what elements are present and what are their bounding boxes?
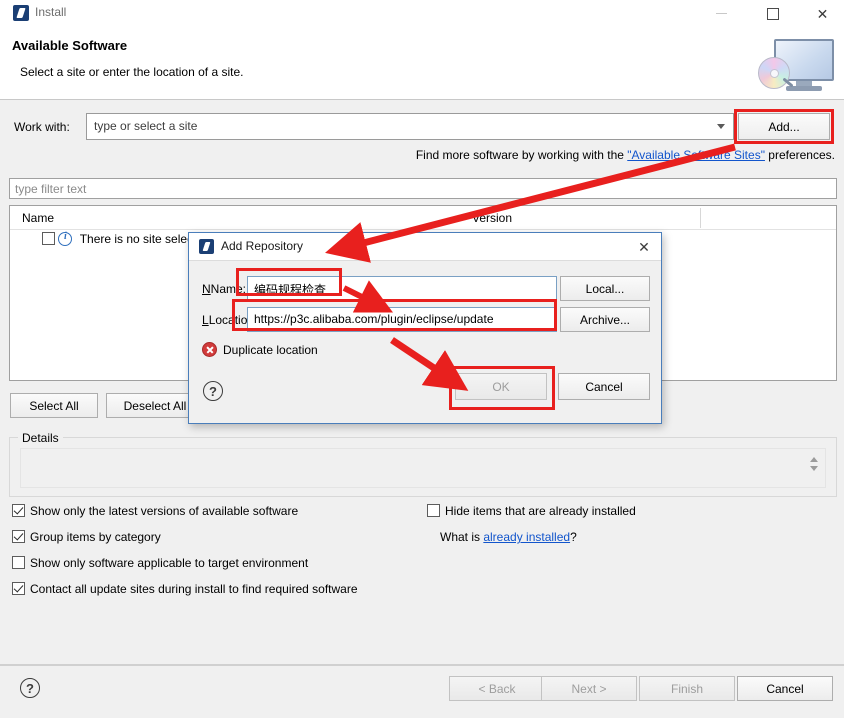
page-subtitle: Select a site or enter the location of a… [20,65,244,79]
dialog-cancel-button[interactable]: Cancel [558,373,650,400]
checkbox[interactable] [12,504,25,517]
find-more-suffix: preferences. [764,148,835,162]
checkbox[interactable] [12,556,25,569]
name-input[interactable]: 编码规程检查 [247,276,557,301]
available-software-sites-link[interactable]: "Available Software Sites" [627,148,765,162]
archive-button[interactable]: Archive... [560,307,650,332]
column-header-version[interactable]: Version [472,211,512,225]
column-header-name[interactable]: Name [22,211,54,225]
checkbox[interactable] [12,530,25,543]
help-icon[interactable]: ? [20,678,40,698]
wizard-header: Available Software Select a site or ente… [0,28,844,100]
filter-placeholder: type filter text [15,182,87,196]
checkbox[interactable] [427,504,440,517]
option-show-latest-versions[interactable]: Show only the latest versions of availab… [12,504,298,518]
work-with-combo[interactable]: type or select a site [86,113,734,140]
option-label: Show only software applicable to target … [30,556,309,570]
already-installed-link[interactable]: already installed [483,530,570,544]
maximize-icon [767,8,779,20]
option-label: Group items by category [30,530,161,544]
window-title: Install [35,5,67,19]
eclipse-install-icon [13,5,29,21]
name-input-value: 编码规程检查 [254,283,327,297]
table-header: Name Version [10,206,836,230]
finish-button[interactable]: Finish [639,676,735,701]
dialog-help-icon[interactable]: ? [203,381,223,401]
add-button[interactable]: Add... [738,113,830,140]
error-x-icon [202,342,217,357]
details-legend: Details [18,431,63,445]
find-more-software-text: Find more software by working with the "… [416,148,835,162]
option-label: Contact all update sites during install … [30,582,358,596]
ok-button[interactable]: OK [455,373,547,400]
location-input-value: https://p3c.alibaba.com/plugin/eclipse/u… [254,312,494,326]
what-is-already-installed: What is already installed? [440,530,577,544]
up-down-stepper-icon[interactable] [810,455,821,475]
option-hide-already-installed[interactable]: Hide items that are already installed [427,504,636,518]
option-group-by-category[interactable]: Group items by category [12,530,161,544]
name-label-rest: Name: [210,282,247,296]
window-titlebar: Install ✕ [0,0,844,28]
name-label: NName: [202,282,247,296]
dialog-title: Add Repository [221,239,304,253]
local-button[interactable]: Local... [560,276,650,301]
close-button[interactable]: ✕ [800,0,844,28]
chevron-down-icon[interactable] [717,124,725,129]
minimize-button[interactable] [700,0,745,28]
minimize-icon [716,13,727,14]
what-is-prefix: What is [440,530,484,544]
work-with-label: Work with: [14,120,70,134]
page-title: Available Software [12,38,128,53]
error-message: Duplicate location [223,343,318,357]
back-button[interactable]: < Back [449,676,545,701]
what-is-suffix: ? [570,530,577,544]
add-repository-dialog: Add Repository ✕ NName: 编码规程检查 LLocation… [188,232,662,424]
close-icon: ✕ [816,6,829,22]
next-button[interactable]: Next > [541,676,637,701]
column-divider[interactable] [700,208,701,228]
location-input[interactable]: https://p3c.alibaba.com/plugin/eclipse/u… [247,307,557,332]
monitor-with-cd-icon [750,31,836,95]
maximize-button[interactable] [751,0,796,28]
eclipse-install-icon [199,239,214,254]
dialog-titlebar: Add Repository ✕ [189,233,661,261]
install-wizard-window: Install ✕ Available Software Select a si… [0,0,844,718]
info-icon [58,231,73,246]
cancel-button[interactable]: Cancel [737,676,833,701]
row-checkbox[interactable] [42,232,55,245]
option-applicable-to-target[interactable]: Show only software applicable to target … [12,556,308,570]
dialog-close-icon[interactable]: ✕ [633,237,655,257]
option-contact-all-update-sites[interactable]: Contact all update sites during install … [12,582,358,596]
option-label: Show only the latest versions of availab… [30,504,299,518]
details-group [9,437,837,497]
select-all-button[interactable]: Select All [10,393,98,418]
checkbox[interactable] [12,582,25,595]
option-label: Hide items that are already installed [445,504,636,518]
details-text-area [20,448,826,488]
work-with-input[interactable]: type or select a site [94,119,197,133]
find-more-prefix: Find more software by working with the [415,148,628,162]
filter-input[interactable]: type filter text [9,178,837,199]
